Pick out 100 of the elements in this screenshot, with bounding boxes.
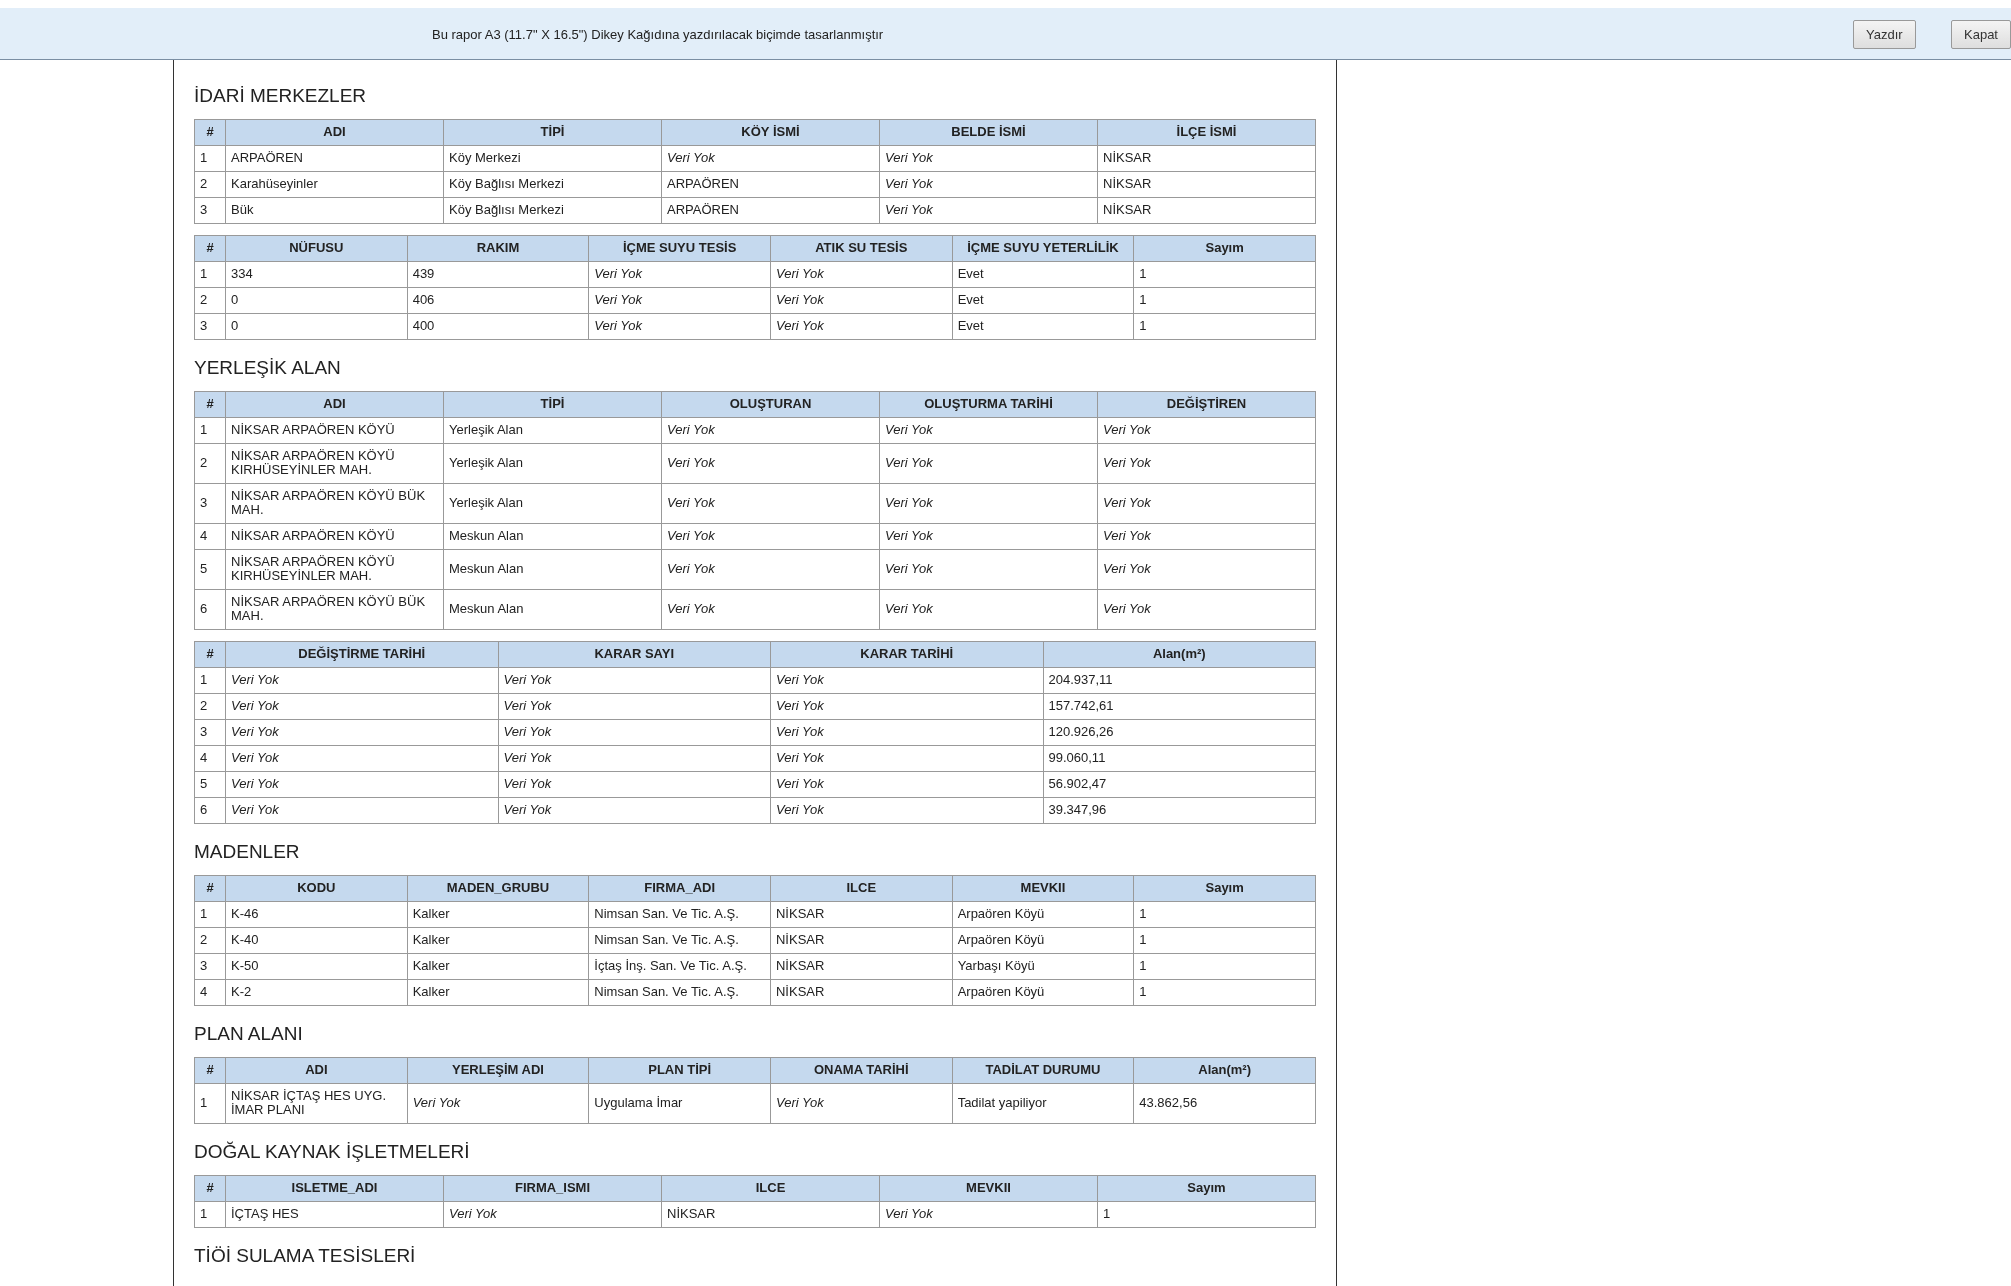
table-cell: K-40 <box>225 927 408 954</box>
section-title: MADENLER <box>194 840 301 864</box>
table-cell: 1 <box>1097 1201 1316 1228</box>
column-header: # <box>194 1175 226 1202</box>
table-cell: Veri Yok <box>661 483 880 524</box>
column-header: FIRMA_ADI <box>588 875 771 902</box>
table-cell: Evet <box>952 313 1134 340</box>
table-cell: Veri Yok <box>498 667 771 694</box>
table-cell: 439 <box>407 261 589 288</box>
table-cell: 334 <box>225 261 408 288</box>
column-header: KÖY İSMİ <box>661 119 880 146</box>
table-cell: 2 <box>194 693 226 720</box>
table-cell: Veri Yok <box>661 417 880 444</box>
table-cell: Veri Yok <box>879 417 1098 444</box>
table-cell: 1 <box>194 1201 226 1228</box>
table-cell: ARPAÖREN <box>661 171 880 198</box>
column-header: # <box>194 391 226 418</box>
close-button[interactable]: Kapat <box>1951 20 2011 49</box>
table-cell: 99.060,11 <box>1043 745 1316 772</box>
table-cell: Yerleşik Alan <box>443 483 662 524</box>
column-header: ATIK SU TESİS <box>770 235 953 262</box>
table-cell: Veri Yok <box>588 287 771 314</box>
table-cell: Arpaören Köyü <box>952 927 1134 954</box>
table-cell: Veri Yok <box>770 719 1043 746</box>
table-cell: Veri Yok <box>661 549 880 590</box>
table-cell: 2 <box>194 287 226 314</box>
table-cell: 1 <box>1133 287 1316 314</box>
table-cell: 1 <box>1133 261 1316 288</box>
table-cell: 3 <box>194 483 226 524</box>
column-header: KODU <box>225 875 408 902</box>
table-cell: Veri Yok <box>498 745 771 772</box>
table-cell: 56.902,47 <box>1043 771 1316 798</box>
table-cell: 1 <box>1133 901 1316 928</box>
table-cell: Veri Yok <box>770 771 1043 798</box>
column-header: OLUŞTURMA TARİHİ <box>879 391 1098 418</box>
table-cell: 1 <box>194 667 226 694</box>
column-header: TİPİ <box>443 391 662 418</box>
column-header: TADİLAT DURUMU <box>952 1057 1134 1084</box>
column-header: # <box>194 641 226 668</box>
table-cell: 1 <box>1133 979 1316 1006</box>
table-cell: Veri Yok <box>225 667 498 694</box>
table-cell: 6 <box>194 589 226 630</box>
table-cell: Tadilat yapiliyor <box>952 1083 1134 1124</box>
column-header: MADEN_GRUBU <box>407 875 589 902</box>
column-header: ADI <box>225 1057 408 1084</box>
table-cell: 204.937,11 <box>1043 667 1316 694</box>
column-header: ONAMA TARİHİ <box>770 1057 953 1084</box>
table-cell: 400 <box>407 313 589 340</box>
table-cell: 39.347,96 <box>1043 797 1316 824</box>
column-header: DEĞİŞTİREN <box>1097 391 1316 418</box>
table-cell: Veri Yok <box>770 261 953 288</box>
table-cell: 43.862,56 <box>1133 1083 1316 1124</box>
table-cell: Veri Yok <box>879 1201 1098 1228</box>
column-header: # <box>194 235 226 262</box>
table-cell: Veri Yok <box>770 667 1043 694</box>
table-cell: Veri Yok <box>661 589 880 630</box>
column-header: İLÇE İSMİ <box>1097 119 1316 146</box>
column-header: ILCE <box>661 1175 880 1202</box>
table-cell: Veri Yok <box>588 313 771 340</box>
table-cell: Veri Yok <box>225 745 498 772</box>
table-cell: Evet <box>952 287 1134 314</box>
table-cell: 3 <box>194 197 226 224</box>
table-cell: 1 <box>194 901 226 928</box>
column-header: İÇME SUYU TESİS <box>588 235 771 262</box>
table-cell: Meskun Alan <box>443 523 662 550</box>
table-cell: 2 <box>194 927 226 954</box>
table-cell: 3 <box>194 719 226 746</box>
table-cell: 4 <box>194 523 226 550</box>
table-cell: 5 <box>194 771 226 798</box>
table-cell: 157.742,61 <box>1043 693 1316 720</box>
table-cell: 120.926,26 <box>1043 719 1316 746</box>
table-cell: 1 <box>194 1083 226 1124</box>
table-cell: Veri Yok <box>770 313 953 340</box>
table-cell: NİKSAR <box>1097 145 1316 172</box>
table-cell: Veri Yok <box>407 1083 589 1124</box>
table-cell: Veri Yok <box>498 771 771 798</box>
table-cell: Uygulama İmar <box>588 1083 771 1124</box>
section-title: İDARİ MERKEZLER <box>194 84 368 108</box>
table-cell: Veri Yok <box>1097 483 1316 524</box>
table-cell: 2 <box>194 443 226 484</box>
table-cell: 1 <box>194 145 226 172</box>
column-header: YERLEŞİM ADI <box>407 1057 589 1084</box>
column-header: PLAN TİPİ <box>588 1057 771 1084</box>
table-cell: NİKSAR <box>770 901 953 928</box>
column-header: Sayım <box>1097 1175 1316 1202</box>
table-cell: K-50 <box>225 953 408 980</box>
table-cell: Bük <box>225 197 444 224</box>
table-cell: Veri Yok <box>1097 417 1316 444</box>
table-cell: 1 <box>1133 313 1316 340</box>
table-cell: Veri Yok <box>1097 523 1316 550</box>
table-cell: Köy Bağlısı Merkezi <box>443 171 662 198</box>
print-button[interactable]: Yazdır <box>1853 20 1916 49</box>
table-cell: Arpaören Köyü <box>952 979 1134 1006</box>
section-title: PLAN ALANI <box>194 1022 304 1046</box>
table-cell: Nimsan San. Ve Tic. A.Ş. <box>588 927 771 954</box>
table-cell: 3 <box>194 313 226 340</box>
table-cell: Nimsan San. Ve Tic. A.Ş. <box>588 901 771 928</box>
table-cell: Veri Yok <box>661 523 880 550</box>
table-cell: NİKSAR <box>661 1201 880 1228</box>
table-cell: Veri Yok <box>770 1083 953 1124</box>
